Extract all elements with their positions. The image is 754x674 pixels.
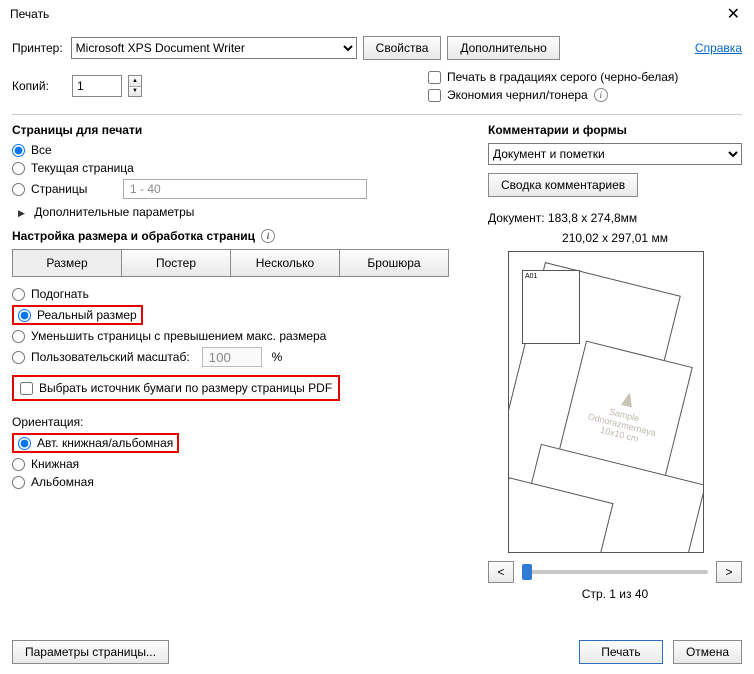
paper-source-label: Выбрать источник бумаги по размеру стран…	[39, 381, 332, 395]
page-setup-button[interactable]: Параметры страницы...	[12, 640, 169, 664]
next-page-button[interactable]: >	[716, 561, 742, 583]
printer-select[interactable]: Microsoft XPS Document Writer	[71, 37, 357, 59]
copies-spinner[interactable]: ▲ ▼	[128, 75, 142, 97]
multiple-button[interactable]: Несколько	[230, 249, 340, 277]
ink-saving-label: Экономия чернил/тонера	[447, 88, 588, 102]
orientation-auto-label: Авт. книжная/альбомная	[37, 436, 173, 450]
comments-header: Комментарии и формы	[488, 123, 742, 137]
custom-scale-input	[202, 347, 262, 367]
titlebar: Печать ✕	[0, 0, 754, 28]
orientation-portrait-label: Книжная	[31, 457, 79, 471]
pages-range-row[interactable]: Страницы	[12, 179, 472, 199]
pages-header: Страницы для печати	[12, 123, 472, 137]
help-link[interactable]: Справка	[695, 41, 742, 55]
percent-label: %	[272, 350, 283, 364]
print-preview: A01 Sample Odnorazmernaya 10x10 cm	[508, 251, 704, 553]
advanced-button[interactable]: Дополнительно	[447, 36, 559, 60]
copies-label: Копий:	[12, 79, 64, 93]
comments-select[interactable]: Документ и пометки	[488, 143, 742, 165]
pages-range-label: Страницы	[31, 182, 117, 196]
preview-page-label: A01	[522, 270, 580, 344]
pages-range-radio[interactable]	[12, 183, 25, 196]
document-dimensions: Документ: 183,8 x 274,8мм	[488, 211, 742, 225]
orientation-landscape-row[interactable]: Альбомная	[12, 475, 472, 489]
pages-current-radio[interactable]	[12, 162, 25, 175]
page-indicator: Стр. 1 из 40	[488, 587, 742, 601]
actual-size-label: Реальный размер	[37, 308, 137, 322]
spinner-down-icon[interactable]: ▼	[129, 87, 141, 97]
pages-current-label: Текущая страница	[31, 161, 134, 175]
dialog-title: Печать	[10, 7, 49, 21]
summarize-comments-button[interactable]: Сводка комментариев	[488, 173, 638, 197]
orientation-portrait-radio[interactable]	[12, 458, 25, 471]
ink-saving-checkbox[interactable]	[428, 89, 441, 102]
copies-input[interactable]	[72, 75, 122, 97]
fit-label: Подогнать	[31, 287, 89, 301]
pages-all-row[interactable]: Все	[12, 143, 472, 157]
pages-all-radio[interactable]	[12, 144, 25, 157]
info-icon[interactable]: i	[594, 88, 608, 102]
size-button[interactable]: Размер	[12, 249, 122, 277]
grayscale-checkbox-row[interactable]: Печать в градациях серого (черно-белая)	[428, 70, 678, 84]
custom-scale-radio[interactable]	[12, 351, 25, 364]
more-options-disclosure[interactable]: Дополнительные параметры	[18, 205, 472, 219]
slider-thumb[interactable]	[522, 564, 532, 580]
page-slider[interactable]	[522, 570, 708, 574]
close-icon[interactable]: ✕	[721, 4, 746, 24]
shrink-row[interactable]: Уменьшить страницы с превышением макс. р…	[12, 329, 472, 343]
shrink-radio[interactable]	[12, 330, 25, 343]
ink-saving-checkbox-row[interactable]: Экономия чернил/тонера i	[428, 88, 678, 102]
printer-label: Принтер:	[12, 41, 63, 55]
prev-page-button[interactable]: <	[488, 561, 514, 583]
sizing-header: Настройка размера и обработка страниц	[12, 229, 255, 243]
actual-size-radio[interactable]	[18, 309, 31, 322]
dress-icon	[620, 391, 637, 408]
orientation-landscape-label: Альбомная	[31, 475, 94, 489]
fit-radio[interactable]	[12, 288, 25, 301]
pages-all-label: Все	[31, 143, 52, 157]
fit-row[interactable]: Подогнать	[12, 287, 472, 301]
orientation-header: Ориентация:	[12, 415, 472, 429]
grayscale-checkbox[interactable]	[428, 71, 441, 84]
pages-current-row[interactable]: Текущая страница	[12, 161, 472, 175]
paper-dimensions: 210,02 x 297,01 мм	[488, 231, 742, 245]
info-icon[interactable]: i	[261, 229, 275, 243]
cancel-button[interactable]: Отмена	[673, 640, 742, 664]
shrink-label: Уменьшить страницы с превышением макс. р…	[31, 329, 326, 343]
spinner-up-icon[interactable]: ▲	[129, 76, 141, 87]
orientation-portrait-row[interactable]: Книжная	[12, 457, 472, 471]
custom-scale-label: Пользовательский масштаб:	[31, 350, 190, 364]
paper-source-checkbox[interactable]	[20, 382, 33, 395]
properties-button[interactable]: Свойства	[363, 36, 442, 60]
orientation-auto-radio[interactable]	[18, 437, 31, 450]
print-button[interactable]: Печать	[579, 640, 663, 664]
grayscale-label: Печать в градациях серого (черно-белая)	[447, 70, 678, 84]
sizing-mode-buttons: Размер Постер Несколько Брошюра	[12, 249, 472, 277]
custom-scale-row[interactable]: Пользовательский масштаб: %	[12, 347, 472, 367]
booklet-button[interactable]: Брошюра	[339, 249, 449, 277]
poster-button[interactable]: Постер	[121, 249, 231, 277]
pages-range-input[interactable]	[123, 179, 367, 199]
orientation-landscape-radio[interactable]	[12, 476, 25, 489]
